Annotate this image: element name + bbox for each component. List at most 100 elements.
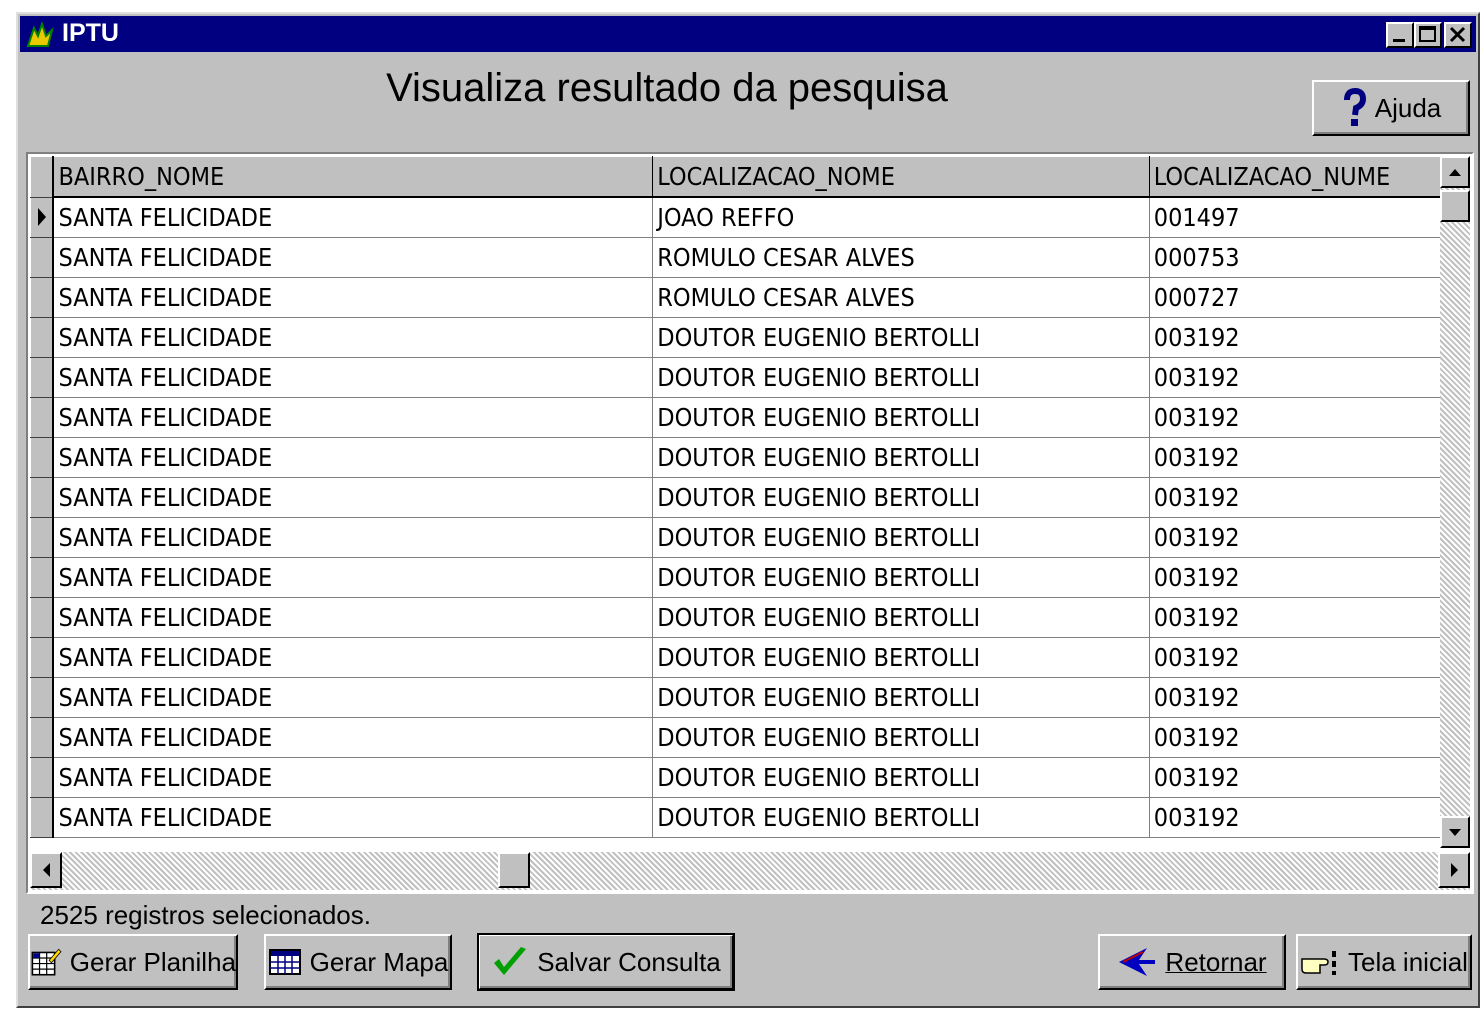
table-cell[interactable]: DOUTOR EUGENIO BERTOLLI xyxy=(652,717,1150,758)
table-cell[interactable]: 000727 xyxy=(1149,277,1444,318)
table-row[interactable]: SANTA FELICIDADE DOUTOR EUGENIO BERTOLLI 0… xyxy=(30,797,1444,838)
table-cell[interactable]: SANTA FELICIDADE xyxy=(53,477,654,518)
table-row[interactable]: SANTA FELICIDADE DOUTOR EUGENIO BERTOLLI 0… xyxy=(30,677,1444,718)
table-cell[interactable]: DOUTOR EUGENIO BERTOLLI xyxy=(652,677,1150,718)
table-cell[interactable]: DOUTOR EUGENIO BERTOLLI xyxy=(652,397,1150,438)
table-cell[interactable]: DOUTOR EUGENIO BERTOLLI xyxy=(652,437,1150,478)
table-row[interactable]: SANTA FELICIDADE JOAO REFFO 001497 xyxy=(30,196,1444,238)
table-row[interactable]: SANTA FELICIDADE DOUTOR EUGENIO BERTOLLI 0… xyxy=(30,757,1444,798)
table-cell[interactable]: ROMULO CESAR ALVES xyxy=(652,277,1150,318)
scroll-right-button[interactable] xyxy=(1438,852,1470,888)
table-cell[interactable]: 000753 xyxy=(1149,237,1444,278)
table-cell[interactable]: 003192 xyxy=(1149,797,1444,838)
table-row[interactable]: SANTA FELICIDADE DOUTOR EUGENIO BERTOLLI 0… xyxy=(30,357,1444,398)
table-cell[interactable]: SANTA FELICIDADE xyxy=(53,677,654,718)
minimize-button[interactable] xyxy=(1386,22,1414,48)
table-cell[interactable]: SANTA FELICIDADE xyxy=(53,277,654,318)
salvar-consulta-button[interactable]: Salvar Consulta xyxy=(477,933,735,991)
horizontal-scrollbar[interactable] xyxy=(30,852,1470,890)
row-indicator[interactable] xyxy=(30,797,55,838)
table-row[interactable]: SANTA FELICIDADE DOUTOR EUGENIO BERTOLLI 0… xyxy=(30,637,1444,678)
table-cell[interactable]: DOUTOR EUGENIO BERTOLLI xyxy=(652,757,1150,798)
table-cell[interactable]: DOUTOR EUGENIO BERTOLLI xyxy=(652,597,1150,638)
table-cell[interactable]: 003192 xyxy=(1149,637,1444,678)
table-cell[interactable]: DOUTOR EUGENIO BERTOLLI xyxy=(652,637,1150,678)
table-cell[interactable]: SANTA FELICIDADE xyxy=(53,637,654,678)
table-row[interactable]: SANTA FELICIDADE DOUTOR EUGENIO BERTOLLI 0… xyxy=(30,597,1444,638)
row-indicator[interactable] xyxy=(30,437,55,478)
table-cell[interactable]: 003192 xyxy=(1149,357,1444,398)
title-bar[interactable]: IPTU xyxy=(20,16,1476,52)
table-cell[interactable]: 003192 xyxy=(1149,717,1444,758)
row-indicator[interactable] xyxy=(30,237,55,278)
scroll-down-button[interactable] xyxy=(1440,816,1470,848)
row-indicator[interactable] xyxy=(30,397,55,438)
table-row[interactable]: SANTA FELICIDADE DOUTOR EUGENIO BERTOLLI 0… xyxy=(30,717,1444,758)
column-header-localizacao-nome[interactable]: LOCALIZACAO_NOME xyxy=(652,156,1150,198)
row-indicator[interactable] xyxy=(30,597,55,638)
scroll-up-button[interactable] xyxy=(1440,156,1470,188)
row-indicator[interactable] xyxy=(30,277,55,318)
help-button[interactable]: Ajuda xyxy=(1312,80,1470,136)
vertical-scrollbar[interactable] xyxy=(1440,156,1470,848)
table-cell[interactable]: DOUTOR EUGENIO BERTOLLI xyxy=(652,317,1150,358)
table-cell[interactable]: SANTA FELICIDADE xyxy=(53,237,654,278)
table-cell[interactable]: 003192 xyxy=(1149,677,1444,718)
table-cell[interactable]: 003192 xyxy=(1149,517,1444,558)
table-row[interactable]: SANTA FELICIDADE DOUTOR EUGENIO BERTOLLI 0… xyxy=(30,317,1444,358)
table-row[interactable]: SANTA FELICIDADE ROMULO CESAR ALVES 000727 xyxy=(30,277,1444,318)
table-row[interactable]: SANTA FELICIDADE DOUTOR EUGENIO BERTOLLI 0… xyxy=(30,477,1444,518)
gerar-planilha-button[interactable]: Gerar Planilha xyxy=(28,934,238,990)
table-cell[interactable]: 003192 xyxy=(1149,397,1444,438)
row-indicator[interactable] xyxy=(30,677,55,718)
table-cell[interactable]: 003192 xyxy=(1149,757,1444,798)
row-indicator[interactable] xyxy=(30,717,55,758)
row-indicator[interactable] xyxy=(30,196,55,238)
table-row[interactable]: SANTA FELICIDADE DOUTOR EUGENIO BERTOLLI 0… xyxy=(30,397,1444,438)
table-row[interactable]: SANTA FELICIDADE DOUTOR EUGENIO BERTOLLI 0… xyxy=(30,557,1444,598)
table-cell[interactable]: SANTA FELICIDADE xyxy=(53,357,654,398)
column-header-localizacao-nume[interactable]: LOCALIZACAO_NUME xyxy=(1148,156,1444,198)
table-cell[interactable]: 003192 xyxy=(1149,557,1444,598)
table-cell[interactable]: SANTA FELICIDADE xyxy=(53,597,654,638)
retornar-button[interactable]: Retornar xyxy=(1098,934,1286,990)
table-cell[interactable]: JOAO REFFO xyxy=(652,197,1150,238)
table-cell[interactable]: ROMULO CESAR ALVES xyxy=(652,237,1150,278)
row-indicator[interactable] xyxy=(30,757,55,798)
vertical-scroll-thumb[interactable] xyxy=(1440,190,1470,222)
table-row[interactable]: SANTA FELICIDADE ROMULO CESAR ALVES 000753 xyxy=(30,237,1444,278)
row-indicator[interactable] xyxy=(30,477,55,518)
row-indicator[interactable] xyxy=(30,317,55,358)
table-cell[interactable]: SANTA FELICIDADE xyxy=(53,797,654,838)
table-cell[interactable]: SANTA FELICIDADE xyxy=(53,757,654,798)
results-grid[interactable]: BAIRRO_NOME LOCALIZACAO_NOME LOCALIZACAO… xyxy=(26,152,1474,894)
table-cell[interactable]: SANTA FELICIDADE xyxy=(53,397,654,438)
row-indicator[interactable] xyxy=(30,517,55,558)
horizontal-scroll-thumb[interactable] xyxy=(498,852,530,888)
maximize-button[interactable] xyxy=(1414,22,1442,48)
table-row[interactable]: SANTA FELICIDADE DOUTOR EUGENIO BERTOLLI 0… xyxy=(30,517,1444,558)
table-cell[interactable]: SANTA FELICIDADE xyxy=(53,197,654,238)
table-cell[interactable]: 003192 xyxy=(1149,597,1444,638)
table-cell[interactable]: 001497 xyxy=(1149,197,1444,238)
table-cell[interactable]: SANTA FELICIDADE xyxy=(53,317,654,358)
gerar-mapa-button[interactable]: Gerar Mapa xyxy=(264,934,452,990)
table-cell[interactable]: SANTA FELICIDADE xyxy=(53,437,654,478)
table-cell[interactable]: DOUTOR EUGENIO BERTOLLI xyxy=(652,797,1150,838)
table-cell[interactable]: 003192 xyxy=(1149,437,1444,478)
table-cell[interactable]: DOUTOR EUGENIO BERTOLLI xyxy=(652,477,1150,518)
table-cell[interactable]: DOUTOR EUGENIO BERTOLLI xyxy=(652,357,1150,398)
table-row[interactable]: SANTA FELICIDADE DOUTOR EUGENIO BERTOLLI 0… xyxy=(30,437,1444,478)
table-cell[interactable]: SANTA FELICIDADE xyxy=(53,517,654,558)
row-indicator[interactable] xyxy=(30,637,55,678)
table-cell[interactable]: 003192 xyxy=(1149,317,1444,358)
table-cell[interactable]: SANTA FELICIDADE xyxy=(53,557,654,598)
table-cell[interactable]: 003192 xyxy=(1149,477,1444,518)
close-button[interactable] xyxy=(1444,22,1472,48)
scroll-left-button[interactable] xyxy=(30,852,62,888)
row-indicator[interactable] xyxy=(30,357,55,398)
table-cell[interactable]: DOUTOR EUGENIO BERTOLLI xyxy=(652,557,1150,598)
table-cell[interactable]: SANTA FELICIDADE xyxy=(53,717,654,758)
table-cell[interactable]: DOUTOR EUGENIO BERTOLLI xyxy=(652,517,1150,558)
column-header-bairro-nome[interactable]: BAIRRO_NOME xyxy=(52,156,654,198)
